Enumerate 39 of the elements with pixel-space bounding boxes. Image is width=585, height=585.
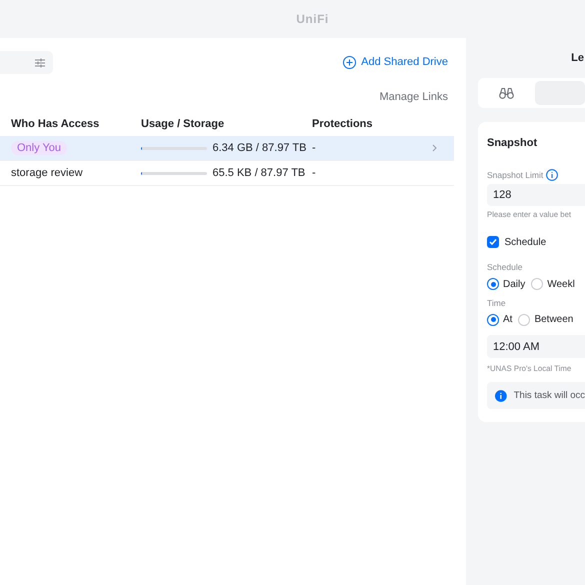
filter-icon[interactable] [35, 58, 45, 68]
info-icon [495, 390, 507, 402]
chevron-right-icon [432, 144, 437, 152]
radio-label: At [503, 313, 512, 328]
snapshot-limit-field[interactable]: 128 [487, 184, 585, 206]
access-tag: Only You [11, 140, 68, 155]
plus-circle-icon [343, 56, 356, 69]
radio-button[interactable] [518, 314, 530, 326]
radio-button[interactable] [531, 278, 544, 290]
radio-label: Daily [503, 278, 526, 292]
radio-button[interactable] [487, 314, 499, 326]
time-field[interactable]: 12:00 AM [487, 335, 585, 358]
card-title: Snapshot [487, 136, 538, 151]
add-shared-drive-button[interactable]: Add Shared Drive [343, 54, 448, 71]
binoculars-icon [498, 87, 514, 99]
field-label: Snapshot Limit [487, 168, 544, 182]
access-text: storage review [11, 166, 83, 179]
search-field[interactable] [0, 51, 53, 74]
radio-label: Weekl [547, 278, 575, 292]
column-header: Who Has Access [10, 118, 100, 130]
checkbox-label: Schedule [504, 236, 546, 250]
radio-button[interactable] [487, 278, 499, 290]
usage-text: 6.34 GB / 87.97 TB [212, 140, 306, 156]
table-row[interactable]: storage review 65.5 KB / 87.97 TB - [0, 161, 454, 186]
usage-text: 65.5 KB / 87.97 TB [212, 166, 306, 181]
table-row[interactable]: Only You 6.34 GB / 87.97 TB - [0, 136, 454, 161]
info-icon[interactable] [546, 168, 558, 181]
protections-text: - [312, 166, 316, 179]
manage-links-link[interactable]: Manage Links [380, 89, 448, 109]
protections-text: - [312, 142, 316, 154]
field-label: Time [487, 296, 507, 310]
column-header: Protections [312, 118, 373, 130]
panel-title: Le [570, 51, 585, 66]
field-label: Schedule [487, 260, 524, 274]
info-text: This task will occ [514, 388, 585, 402]
radio-label: Between [534, 313, 574, 328]
app-title: UniFi [296, 11, 329, 28]
checkbox[interactable] [487, 236, 499, 248]
column-header: Usage / Storage [141, 118, 224, 130]
